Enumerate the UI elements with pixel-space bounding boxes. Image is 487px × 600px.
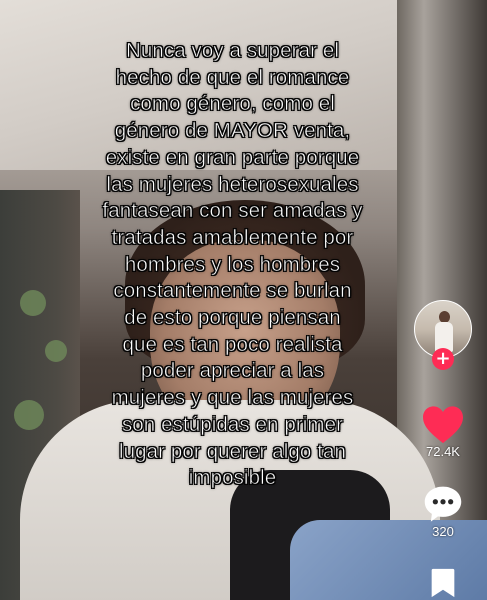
video-caption: Nunca voy a superar el hecho de que el r… (40, 38, 425, 492)
caption-line: mujeres y que las mujeres (111, 386, 354, 410)
bookmark-icon (414, 566, 472, 600)
bookmark-button[interactable] (414, 566, 472, 600)
comment-count: 320 (432, 524, 454, 539)
caption-line: lugar por querer algo tan (118, 439, 347, 463)
caption-line: Nunca voy a superar el (125, 39, 340, 63)
caption-line: las mujeres heterosexuales (106, 172, 359, 196)
caption-line: constantemente se burlan (113, 279, 352, 303)
comment-button[interactable]: 320 (414, 484, 472, 540)
caption-line: como género, como el (130, 92, 335, 116)
caption-line: que es tan poco realista (122, 332, 343, 356)
caption-line: poder apreciar a las (140, 359, 325, 383)
caption-line: de esto porque piensan (124, 306, 341, 330)
follow-button[interactable]: + (432, 348, 454, 370)
caption-line: son estúpidas en primer (121, 412, 344, 437)
caption-line: existe en gran parte porque (105, 145, 360, 170)
caption-line: imposible (188, 466, 277, 490)
creator-profile[interactable]: + (414, 300, 472, 370)
caption-line: género de MAYOR venta, (114, 119, 351, 143)
caption-line: fantasean con ser amadas y (102, 199, 363, 223)
like-button[interactable]: 72.4K (414, 404, 472, 460)
plus-icon: + (435, 348, 451, 369)
caption-line: hombres y los hombres (124, 252, 341, 276)
heart-icon (414, 404, 472, 444)
comment-bubble-icon (414, 484, 472, 524)
like-count: 72.4K (426, 444, 460, 459)
caption-line: tratadas amablemente por (111, 225, 354, 250)
caption-line: hecho de que el romance (115, 65, 350, 89)
